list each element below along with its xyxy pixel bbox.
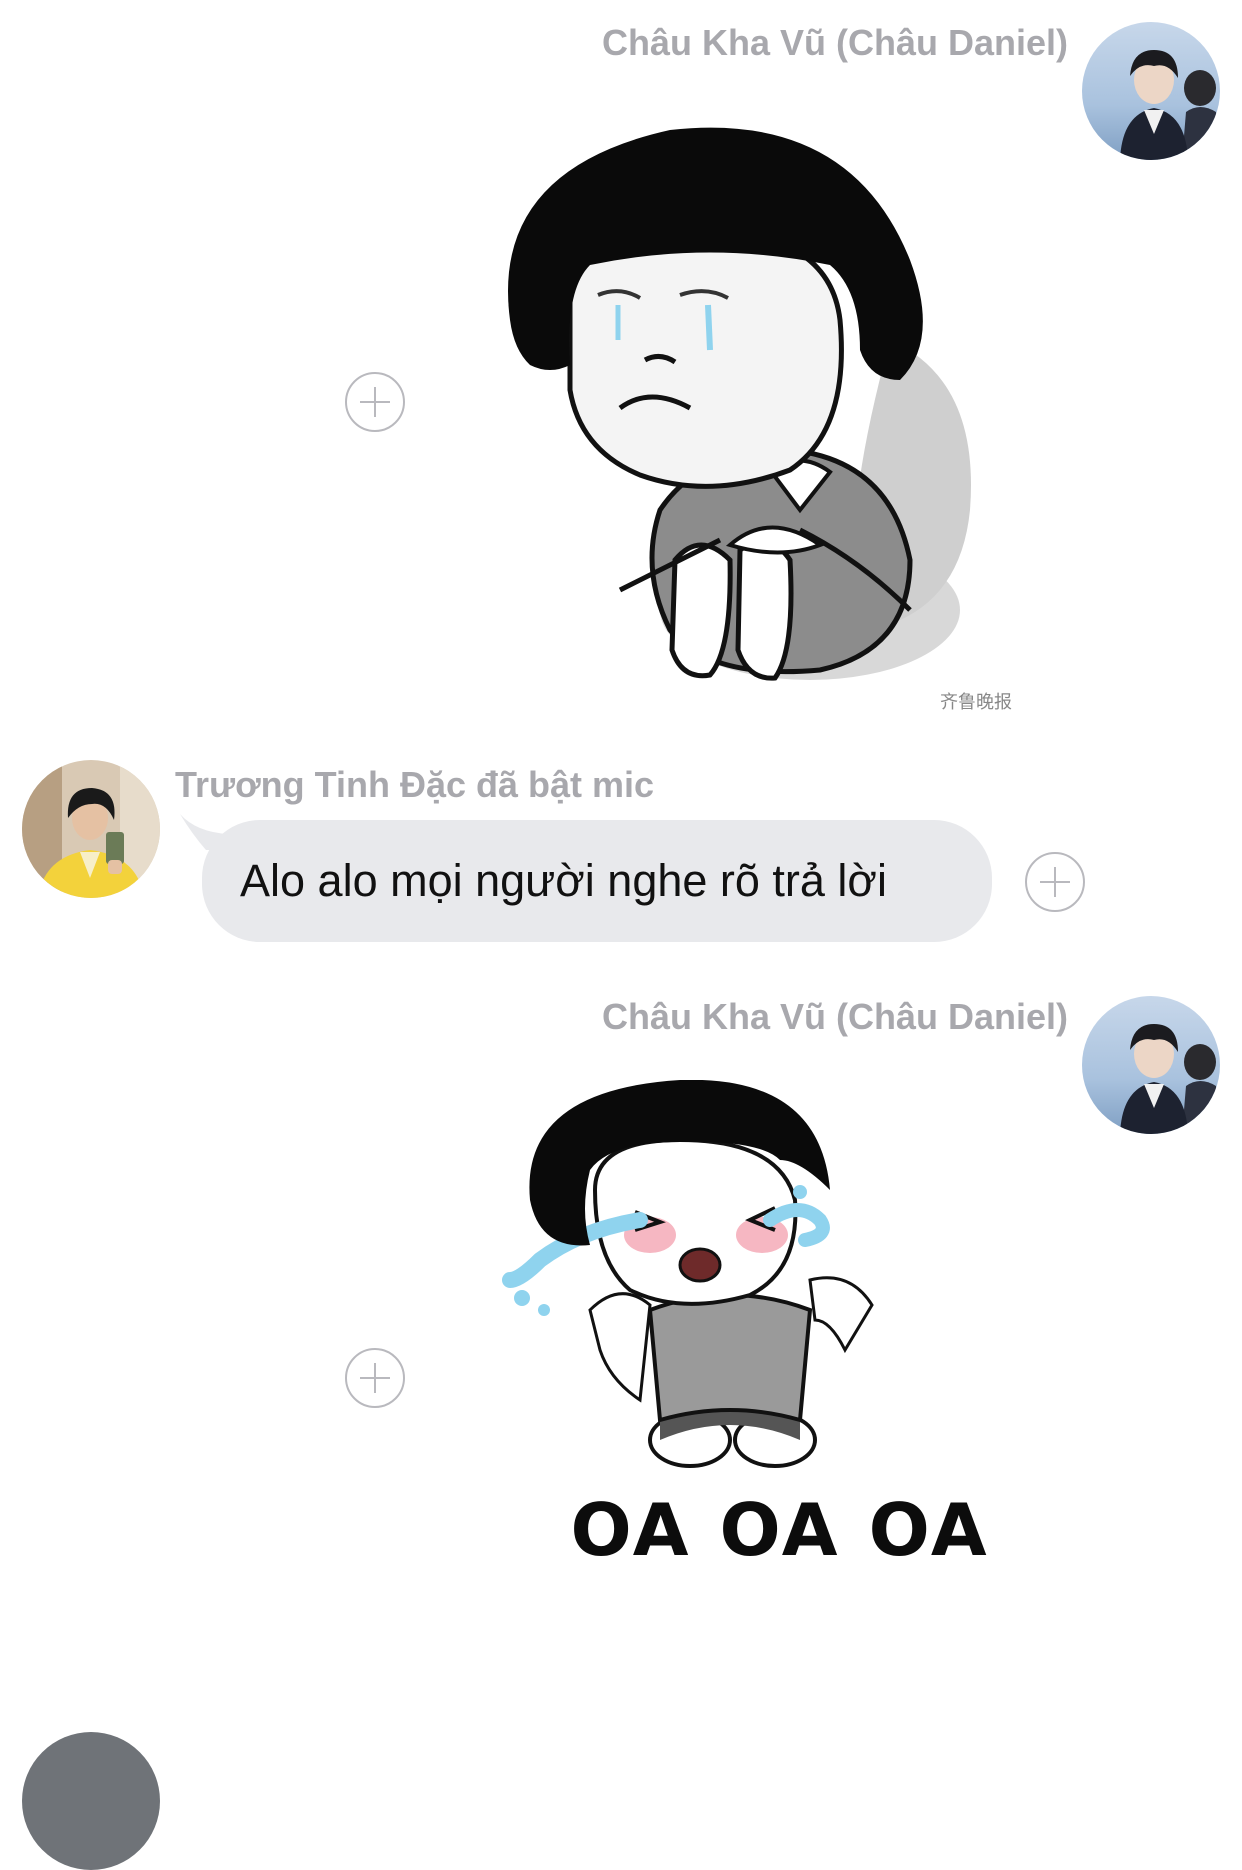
message-text: Alo alo mọi người nghe rõ trả lời [240, 855, 887, 906]
add-reaction-button[interactable] [345, 372, 405, 432]
sender-name[interactable]: Trương Tinh Đặc đã bật mic [175, 764, 654, 806]
avatar[interactable] [1082, 996, 1220, 1134]
sticker-crying-sitting[interactable]: 齐鲁晚报 [470, 90, 1060, 710]
avatar[interactable] [22, 760, 160, 898]
avatar[interactable] [1082, 22, 1220, 160]
sticker-watermark: 齐鲁晚报 [940, 692, 1012, 710]
sender-name[interactable]: Châu Kha Vũ (Châu Daniel) [602, 996, 1068, 1038]
sender-name[interactable]: Châu Kha Vũ (Châu Daniel) [602, 22, 1068, 64]
avatar[interactable] [22, 1732, 160, 1870]
add-reaction-button[interactable] [1025, 852, 1085, 912]
add-reaction-button[interactable] [345, 1348, 405, 1408]
sticker-crying-tissues[interactable]: OA OA OA [500, 1080, 1060, 1620]
message-bubble[interactable]: Alo alo mọi người nghe rõ trả lời [202, 820, 992, 942]
sticker-caption: OA OA OA [570, 1488, 990, 1572]
